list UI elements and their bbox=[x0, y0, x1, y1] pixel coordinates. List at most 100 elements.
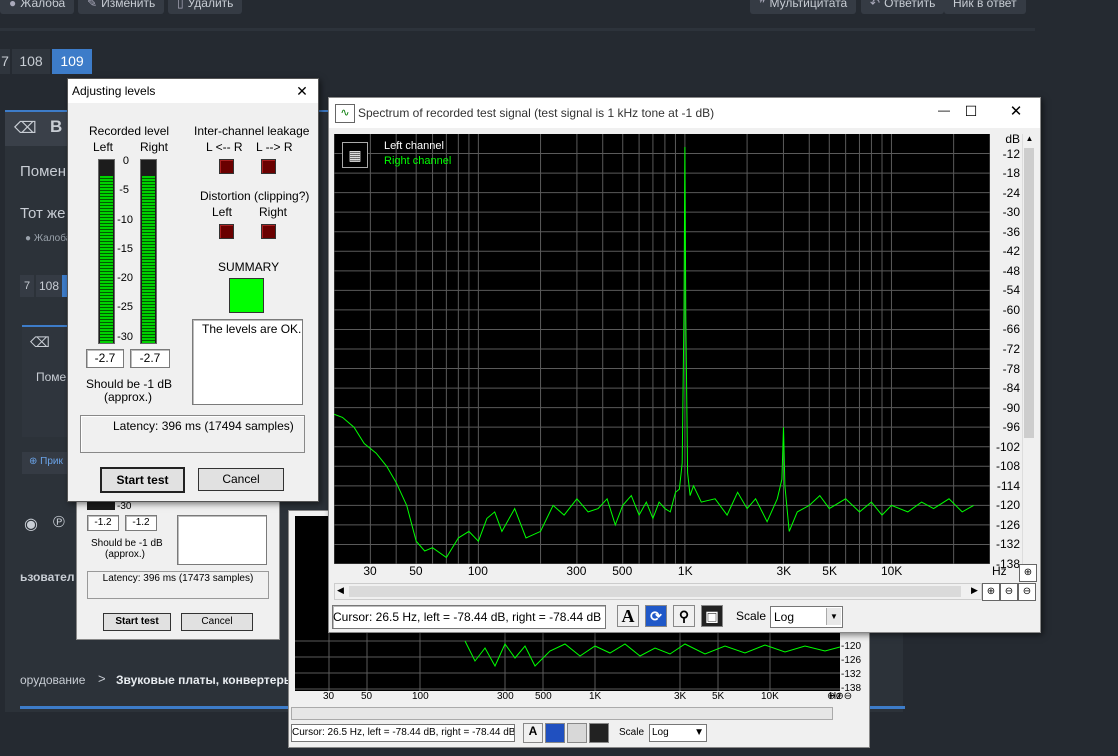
cancel-button[interactable]: Cancel bbox=[198, 468, 284, 491]
tool-icon[interactable] bbox=[567, 723, 587, 743]
status-box bbox=[177, 515, 267, 565]
grid-toggle-icon[interactable]: ▦ bbox=[342, 142, 368, 168]
legend-right-channel: Right channel bbox=[384, 155, 452, 167]
x-tick-label: 1K bbox=[677, 564, 693, 578]
eraser-icon[interactable]: ⌫ bbox=[14, 118, 37, 138]
scroll-up-icon[interactable]: ▲ bbox=[1024, 134, 1035, 146]
db-unit-label: dB bbox=[1005, 132, 1020, 146]
dropdown-arrow-icon[interactable]: ▼ bbox=[826, 608, 841, 625]
spectrum-title: Spectrum of recorded test signal (test s… bbox=[358, 106, 715, 120]
close-icon[interactable]: ✕ bbox=[290, 81, 314, 101]
dialog-title: Adjusting levels bbox=[72, 84, 156, 98]
start-test-button[interactable]: Start test bbox=[103, 613, 171, 631]
breadcrumb-item[interactable]: орудование bbox=[20, 673, 85, 687]
font-a-icon[interactable]: A bbox=[617, 605, 639, 627]
breadcrumb-current[interactable]: Звуковые платы, конвертеры bbox=[116, 673, 294, 687]
right-level-field: -2.7 bbox=[130, 349, 170, 368]
left-level-field: -2.7 bbox=[86, 349, 124, 368]
zoom-icons[interactable]: ⊕⊕⊖ bbox=[827, 691, 867, 702]
minimize-icon[interactable]: — bbox=[929, 103, 959, 123]
multiquote-button[interactable]: ❞ Мультицитата bbox=[750, 0, 857, 14]
x-tick-label: 3K bbox=[674, 691, 687, 702]
db-tick-label: -48 bbox=[1002, 263, 1020, 278]
refresh-icon[interactable] bbox=[545, 723, 565, 743]
pin-link[interactable]: ⊕ Прик bbox=[29, 456, 63, 467]
x-tick-label: 5K bbox=[712, 691, 725, 702]
x-tick-label: 100 bbox=[467, 564, 488, 578]
start-test-button[interactable]: Start test bbox=[100, 467, 185, 493]
close-icon[interactable]: ✕ bbox=[1001, 102, 1031, 122]
scale-select[interactable]: Log ▼ bbox=[770, 606, 843, 628]
zoom-out-both-icon[interactable]: ⊖ bbox=[1018, 583, 1036, 601]
wrench-icon[interactable]: ⚲ bbox=[673, 605, 695, 627]
nick-reply-button[interactable]: Ник в ответ bbox=[944, 0, 1026, 14]
refresh-icon[interactable]: ⟳ bbox=[645, 605, 667, 627]
right-meter-fill bbox=[142, 176, 155, 343]
pinterest-icon[interactable]: ℗ bbox=[53, 514, 65, 532]
latency-box: Latency: 396 ms (17473 samples) bbox=[87, 571, 269, 599]
page-prefix[interactable]: 7 bbox=[20, 275, 34, 297]
horizontal-scrollbar[interactable]: ◀ ▶ bbox=[334, 583, 982, 600]
scroll-left-icon[interactable]: ◀ bbox=[337, 585, 344, 596]
db-tick-label: -84 bbox=[1002, 381, 1020, 396]
post-text-line: Тот же bbox=[20, 205, 66, 222]
zoom-in-icon[interactable]: ⊕ bbox=[1019, 564, 1037, 582]
approx-label: (approx.) bbox=[104, 390, 153, 404]
should-be-label: Should be -1 dB bbox=[86, 377, 173, 391]
reply-button[interactable]: ↶ Ответить bbox=[861, 0, 945, 14]
page-prefix[interactable]: 7 bbox=[0, 49, 10, 74]
edit-button[interactable]: ✎ Изменить bbox=[78, 0, 165, 14]
save-icon[interactable] bbox=[589, 723, 609, 743]
complaint-link[interactable]: ● Жалоба bbox=[25, 233, 71, 244]
eraser-icon[interactable]: ⌫ bbox=[30, 334, 50, 351]
reddit-icon[interactable]: ◉ bbox=[24, 514, 38, 534]
trash-icon: ▯ bbox=[177, 0, 184, 10]
cancel-button[interactable]: Cancel bbox=[181, 613, 253, 631]
db-tick-label: -54 bbox=[1002, 283, 1020, 298]
complaint-icon: ● bbox=[9, 0, 17, 10]
maximize-icon[interactable]: ☐ bbox=[956, 103, 986, 123]
bold-button[interactable]: В bbox=[50, 117, 62, 137]
x-tick-label: 10K bbox=[880, 564, 903, 578]
vertical-scroll-thumb[interactable] bbox=[1024, 148, 1034, 438]
vertical-scrollbar[interactable]: ▲ bbox=[1022, 134, 1036, 564]
breadcrumb-separator: > bbox=[98, 671, 106, 686]
spectrum-plot-area[interactable]: ▦ Left channel Right channel bbox=[334, 134, 990, 564]
background-h-scrollbar[interactable] bbox=[291, 707, 833, 720]
font-a-icon[interactable]: A bbox=[523, 723, 543, 743]
x-tick-label: 500 bbox=[535, 691, 552, 702]
latency-text: Latency: 396 ms (17494 samples) bbox=[113, 419, 294, 433]
level-scale-label: -20 bbox=[117, 272, 133, 284]
db-tick-label: -102 bbox=[995, 439, 1020, 454]
leakage-title: Inter-channel leakage bbox=[194, 124, 310, 138]
distortion-right-label: Right bbox=[259, 205, 288, 219]
complaint-button[interactable]: ● Жалоба bbox=[0, 0, 75, 14]
approx-label: (approx.) bbox=[105, 549, 146, 560]
page-109[interactable]: 109 bbox=[52, 49, 92, 74]
plot-grid bbox=[334, 134, 990, 564]
db-tick-label: -42 bbox=[1002, 244, 1020, 259]
db-axis: dB -12 -18 -24 -30 -36 -42 -48 -54 -60 -66 -72 -78 -… bbox=[990, 132, 1024, 571]
divider bbox=[0, 28, 1035, 31]
zoom-in-both-icon[interactable]: ⊕ bbox=[982, 583, 1000, 601]
scale-label: Scale bbox=[736, 609, 767, 623]
zoom-out-icon[interactable]: ⊖ bbox=[1000, 583, 1018, 601]
page-108[interactable]: 108 bbox=[12, 49, 50, 74]
level-scale-label: -15 bbox=[117, 243, 133, 255]
x-tick-label: 500 bbox=[612, 564, 633, 578]
horizontal-scroll-thumb[interactable] bbox=[349, 586, 961, 597]
scroll-right-icon[interactable]: ▶ bbox=[971, 585, 978, 596]
page-108[interactable]: 108 bbox=[36, 275, 62, 297]
delete-button[interactable]: ▯ Удалить bbox=[168, 0, 243, 14]
db-tick-label: -66 bbox=[1002, 322, 1020, 337]
distortion-title: Distortion (clipping?) bbox=[200, 189, 310, 203]
spectrum-app-icon: ∿ bbox=[335, 104, 355, 123]
status-text: The levels are OK. bbox=[202, 322, 302, 336]
db-tick-label: -24 bbox=[1002, 185, 1020, 200]
save-icon[interactable]: ▣ bbox=[701, 605, 723, 627]
db-tick-label: -126 bbox=[995, 517, 1020, 532]
pencil-icon: ✎ bbox=[87, 0, 98, 10]
x-tick-label: 1K bbox=[589, 691, 602, 702]
scale-select[interactable]: Log ▼ bbox=[649, 724, 707, 742]
db-tick-label: -120 bbox=[841, 641, 862, 652]
